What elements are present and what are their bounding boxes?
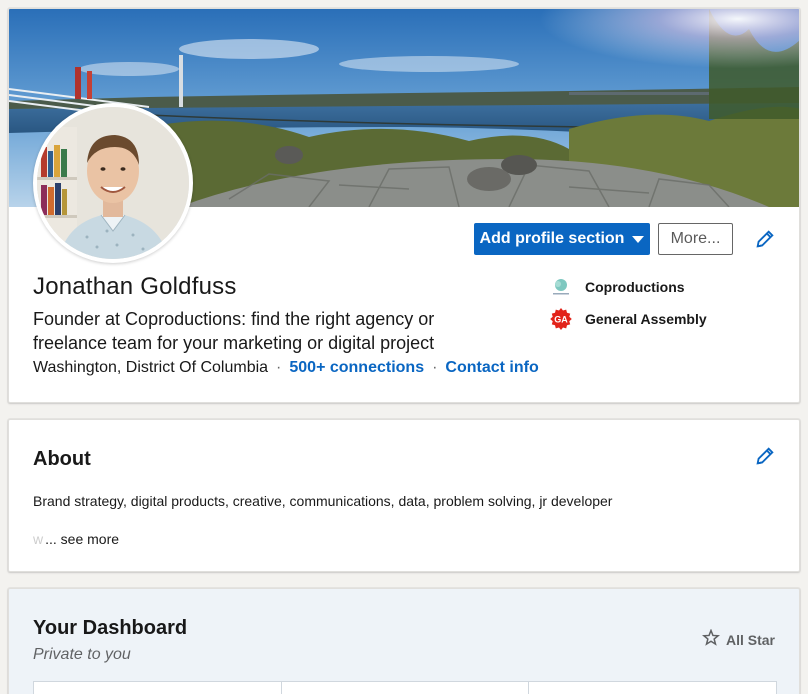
- about-card: About Brand strategy, digital products, …: [8, 419, 800, 572]
- coproductions-logo-icon: [549, 275, 573, 299]
- dashboard-stats-row: [33, 681, 777, 694]
- all-star-label: All Star: [725, 631, 775, 648]
- general-assembly-logo-icon: GA: [549, 307, 573, 331]
- star-icon: [701, 628, 721, 650]
- dashboard-stat-box[interactable]: [282, 682, 530, 694]
- company-name: Coproductions: [585, 279, 685, 295]
- dashboard-title: Your Dashboard: [33, 617, 188, 639]
- contact-info-link[interactable]: Contact info: [445, 359, 538, 377]
- see-more-link[interactable]: ... see more: [45, 531, 119, 547]
- company-item-coproductions[interactable]: Coproductions: [549, 275, 685, 299]
- company-name: General Assembly: [585, 311, 707, 327]
- profile-location: Washington, District Of Columbia: [33, 359, 269, 376]
- dashboard-stat-box[interactable]: [34, 682, 282, 694]
- see-more-row: w ... see more: [33, 531, 119, 547]
- profile-name: Jonathan Goldfuss: [33, 273, 237, 300]
- add-profile-section-button[interactable]: Add profile section: [474, 223, 650, 255]
- connections-link[interactable]: 500+ connections: [289, 359, 424, 377]
- faded-text: w: [33, 531, 44, 547]
- dashboard-subtitle: Private to you: [33, 646, 131, 663]
- edit-intro-pencil-icon[interactable]: [753, 227, 777, 251]
- add-profile-section-label: Add profile section: [479, 230, 625, 247]
- company-item-general-assembly[interactable]: GA General Assembly: [549, 307, 707, 331]
- dashboard-stat-box[interactable]: [529, 682, 776, 694]
- separator-dot: ·: [276, 359, 282, 376]
- more-button[interactable]: More...: [658, 223, 733, 255]
- profile-photo-avatar[interactable]: [33, 103, 193, 263]
- profile-card: Add profile section More... Jonathan Gol…: [8, 8, 800, 403]
- profile-headline: Founder at Coproductions: find the right…: [33, 309, 435, 353]
- svg-text:GA: GA: [554, 315, 568, 325]
- about-title: About: [33, 448, 91, 470]
- dashboard-card: Your Dashboard Private to you All Star: [8, 588, 800, 694]
- location-row: Washington, District Of Columbia · 500+ …: [33, 359, 539, 377]
- edit-about-pencil-icon[interactable]: [753, 444, 777, 468]
- about-summary-text: Brand strategy, digital products, creati…: [33, 493, 613, 509]
- all-star-badge[interactable]: All Star: [701, 628, 775, 650]
- caret-down-icon: [632, 235, 645, 243]
- separator-dot: ·: [432, 359, 438, 376]
